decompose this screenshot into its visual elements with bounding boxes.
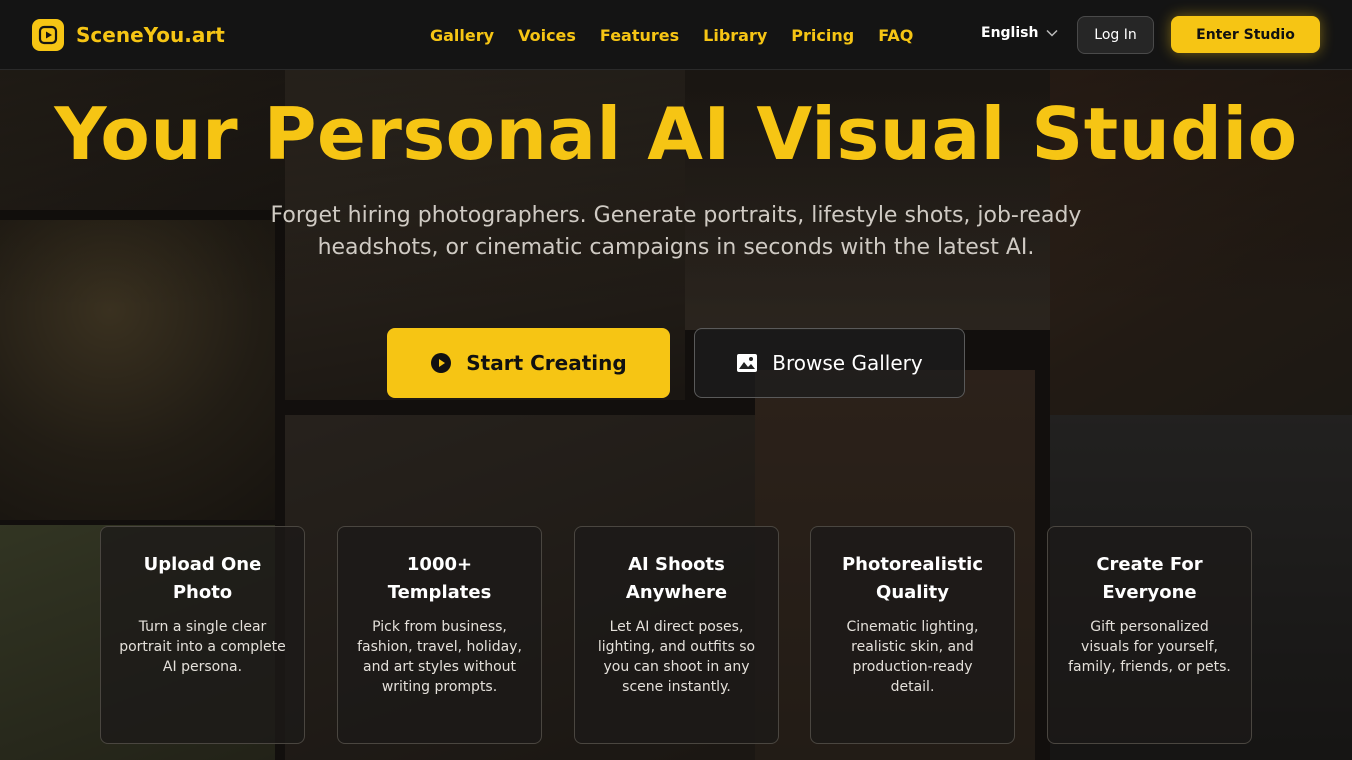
nav-features[interactable]: Features bbox=[600, 26, 679, 45]
feature-card-upload: Upload One Photo Turn a single clear por… bbox=[100, 526, 305, 744]
start-creating-label: Start Creating bbox=[466, 351, 627, 375]
main-nav: Gallery Voices Features Library Pricing … bbox=[430, 0, 913, 70]
feature-text: Pick from business, fashion, travel, hol… bbox=[357, 619, 522, 695]
chevron-down-icon bbox=[1046, 29, 1058, 37]
browse-gallery-label: Browse Gallery bbox=[772, 351, 923, 375]
feature-title: Photorealistic Quality bbox=[841, 554, 984, 603]
site-header: SceneYou.art Gallery Voices Features Lib… bbox=[0, 0, 1352, 70]
nav-gallery[interactable]: Gallery bbox=[430, 26, 494, 45]
browse-gallery-button[interactable]: Browse Gallery bbox=[694, 328, 965, 398]
feature-card-ai-shoots: AI Shoots Anywhere Let AI direct poses, … bbox=[574, 526, 779, 744]
image-icon bbox=[737, 354, 758, 372]
feature-card-everyone: Create For Everyone Gift personalized vi… bbox=[1047, 526, 1252, 744]
feature-text: Let AI direct poses, lighting, and outfi… bbox=[597, 619, 756, 695]
hero-subtitle: Forget hiring photographers. Generate po… bbox=[270, 203, 1082, 260]
nav-pricing[interactable]: Pricing bbox=[791, 26, 854, 45]
brand-name: SceneYou.art bbox=[76, 22, 225, 47]
brand-logo[interactable]: SceneYou.art bbox=[32, 18, 225, 51]
nav-voices[interactable]: Voices bbox=[518, 26, 576, 45]
feature-text: Gift personalized visuals for yourself, … bbox=[1068, 619, 1231, 675]
feature-title: 1000+ Templates bbox=[387, 554, 492, 603]
feature-text: Cinematic lighting, realistic skin, and … bbox=[846, 619, 979, 695]
feature-title: Upload One Photo bbox=[143, 554, 262, 603]
enter-studio-button[interactable]: Enter Studio bbox=[1171, 16, 1320, 53]
nav-library[interactable]: Library bbox=[703, 26, 767, 45]
feature-title: Create For Everyone bbox=[1096, 554, 1203, 603]
hero-title: Your Personal AI Visual Studio bbox=[54, 92, 1298, 176]
feature-card-quality: Photorealistic Quality Cinematic lightin… bbox=[810, 526, 1015, 744]
play-square-icon bbox=[32, 18, 64, 51]
nav-faq[interactable]: FAQ bbox=[878, 26, 913, 45]
feature-card-templates: 1000+ Templates Pick from business, fash… bbox=[337, 526, 542, 744]
feature-title: AI Shoots Anywhere bbox=[625, 554, 728, 603]
feature-text: Turn a single clear portrait into a comp… bbox=[119, 619, 286, 675]
login-button[interactable]: Log In bbox=[1077, 16, 1154, 54]
language-label: English bbox=[981, 25, 1039, 41]
play-circle-icon bbox=[431, 353, 452, 373]
language-selector[interactable]: English bbox=[981, 25, 1058, 41]
start-creating-button[interactable]: Start Creating bbox=[387, 328, 670, 398]
